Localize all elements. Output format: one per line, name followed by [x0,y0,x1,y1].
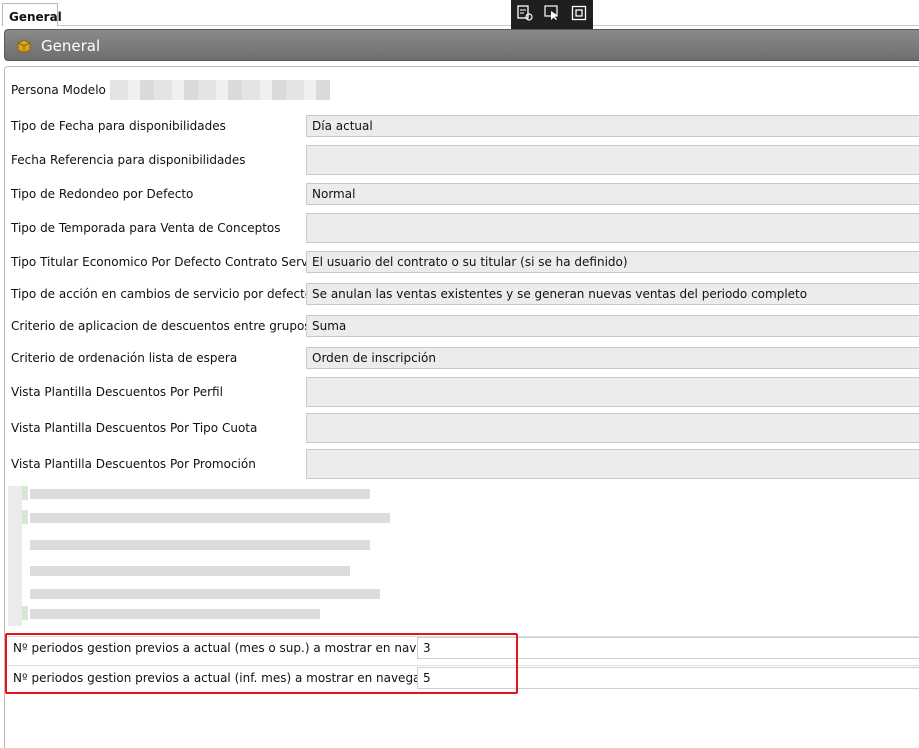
tab-general-label: General [9,10,62,24]
field-label-vista-promocion: Vista Plantilla Descuentos Por Promoción [11,457,256,471]
vista-tipo-cuota-field[interactable] [306,413,919,443]
tipo-temporada-field[interactable] [306,213,919,243]
tipo-titular-select[interactable]: El usuario del contrato o su titular (si… [306,251,919,273]
add-element-icon[interactable] [516,4,534,22]
redacted-text [30,489,370,499]
fecha-referencia-field[interactable] [306,145,919,175]
field-label-fecha-referencia: Fecha Referencia para disponibilidades [11,153,246,167]
vista-perfil-field[interactable] [306,377,919,407]
redacted-text [30,589,380,599]
redacted-text [30,540,370,550]
criterio-ordenacion-select[interactable]: Orden de inscripción [306,347,919,369]
field-label-tipo-accion: Tipo de acción en cambios de servicio po… [11,287,313,301]
redacted-text [30,513,390,523]
field-label-tipo-fecha: Tipo de Fecha para disponibilidades [11,119,226,133]
box-icon [16,38,32,57]
field-label-criterio-ordenacion: Criterio de ordenación lista de espera [11,351,238,365]
field-label-tipo-titular: Tipo Titular Economico Por Defecto Contr… [11,255,329,269]
section-title: General [41,37,101,55]
persona-modelo-value-redacted [110,80,330,100]
redacted-column [8,486,22,626]
tab-divider [58,25,919,26]
field-label-tipo-redondeo: Tipo de Redondeo por Defecto [11,187,194,201]
redacted-text [30,609,320,619]
field-label-vista-tipo-cuota: Vista Plantilla Descuentos Por Tipo Cuot… [11,421,258,435]
field-label-tipo-temporada: Tipo de Temporada para Venta de Concepto… [11,221,281,235]
select-pointer-icon[interactable] [543,4,561,22]
tipo-fecha-select[interactable]: Día actual [306,115,919,137]
frame-icon[interactable] [570,4,588,22]
persona-modelo-label: Persona Modelo [11,83,106,97]
tab-general[interactable]: General [2,3,62,26]
vista-promocion-field[interactable] [306,449,919,479]
tipo-accion-select[interactable]: Se anulan las ventas existentes y se gen… [306,283,919,305]
redacted-text [30,566,350,576]
field-label-vista-perfil: Vista Plantilla Descuentos Por Perfil [11,385,223,399]
highlight-box [5,633,518,694]
field-label-criterio-descuentos: Criterio de aplicacion de descuentos ent… [11,319,311,333]
tipo-redondeo-select[interactable]: Normal [306,183,919,205]
section-header: General [4,29,919,61]
criterio-descuentos-select[interactable]: Suma [306,315,919,337]
